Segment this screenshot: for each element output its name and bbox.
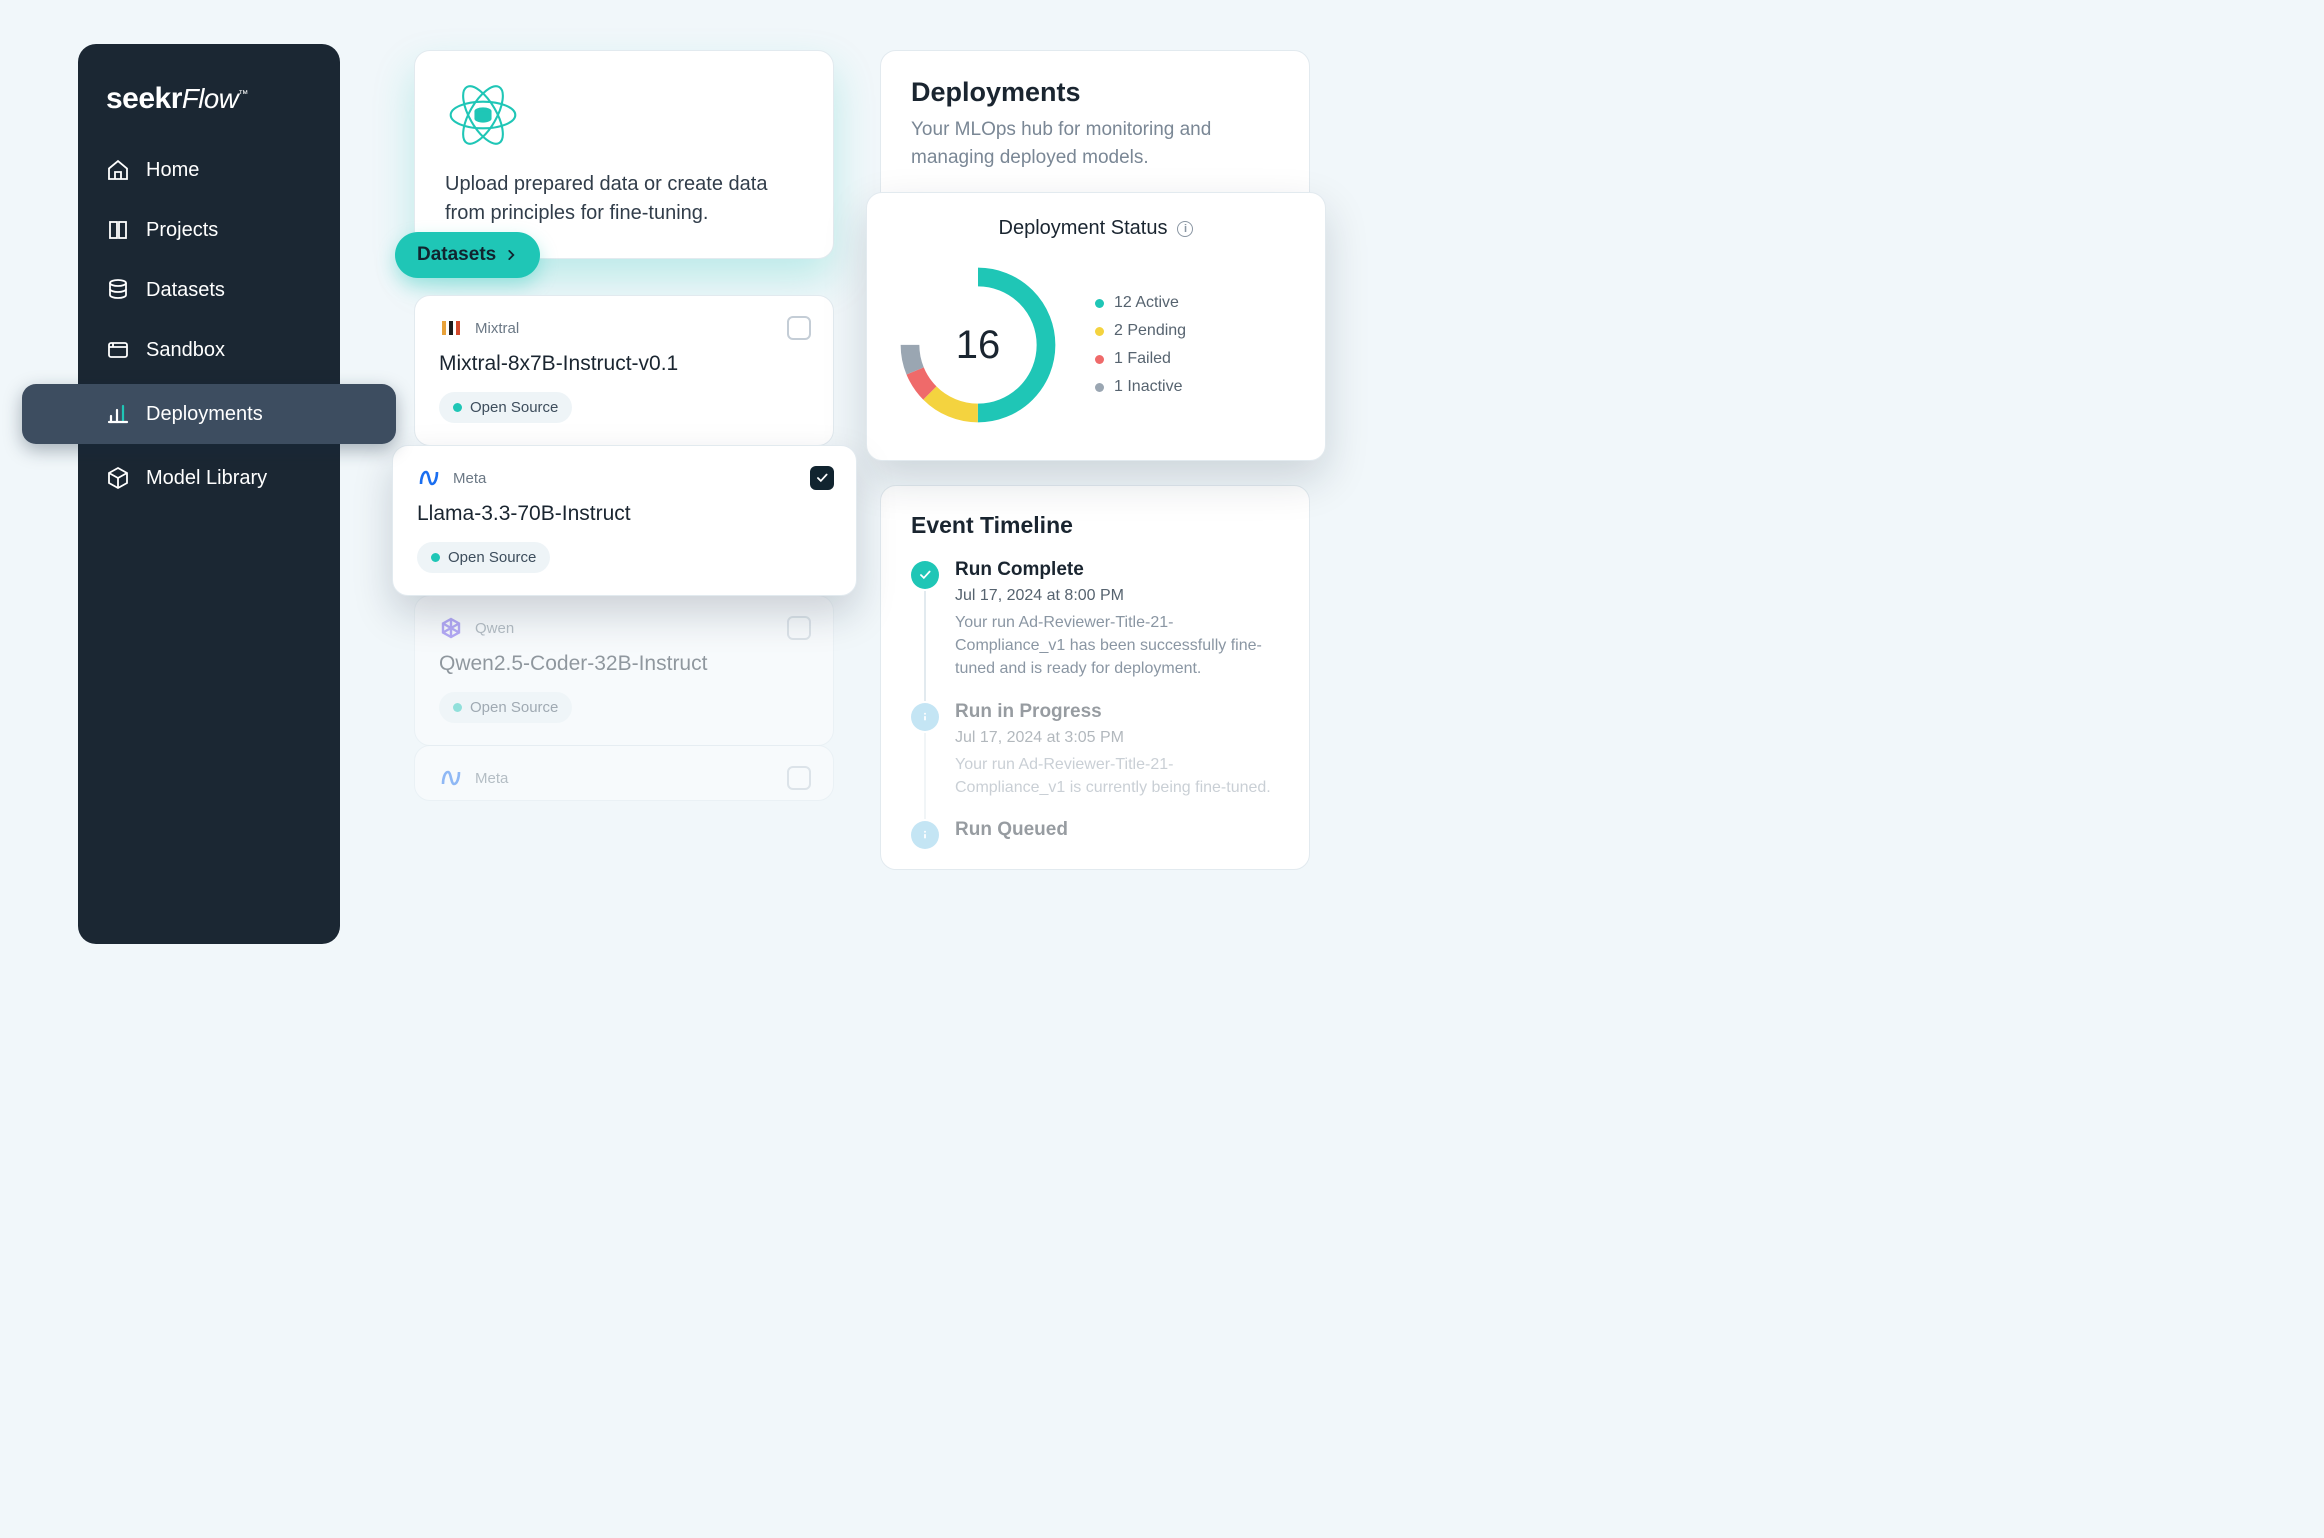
timeline-item-timestamp: Jul 17, 2024 at 3:05 PM (955, 729, 1279, 747)
model-vendor: Mixtral (475, 320, 519, 337)
model-name: Llama-3.3-70B-Instruct (417, 502, 832, 526)
meta-logo-icon (417, 466, 441, 490)
timeline-title: Event Timeline (911, 512, 1279, 539)
status-title: Deployment Status (999, 217, 1168, 240)
timeline-item-title: Run Queued (955, 819, 1068, 841)
meta-logo-icon (439, 766, 463, 790)
legend-inactive: 1 Inactive (1114, 378, 1182, 396)
status-title-row: Deployment Status i (893, 217, 1299, 240)
timeline-item-title: Run in Progress (955, 701, 1279, 723)
timeline-item-title: Run Complete (955, 559, 1279, 581)
projects-icon (106, 218, 130, 242)
sidebar-item-label: Home (146, 159, 199, 182)
deployments-subtitle: Your MLOps hub for monitoring and managi… (911, 116, 1279, 171)
sidebar-item-sandbox[interactable]: Sandbox (78, 320, 340, 380)
status-legend: 12 Active 2 Pending 1 Failed 1 Inactive (1095, 294, 1186, 396)
info-icon[interactable]: i (1177, 221, 1193, 237)
model-vendor: Meta (475, 770, 508, 787)
sidebar-item-label: Sandbox (146, 339, 225, 362)
model-select-checkbox[interactable] (787, 316, 811, 340)
legend-failed: 1 Failed (1114, 350, 1171, 368)
logo-sub: Flow (182, 83, 238, 114)
atom-icon (445, 77, 521, 153)
open-source-badge: Open Source (439, 392, 572, 423)
deployments-icon (106, 402, 130, 426)
mixtral-logo-icon (439, 316, 463, 340)
deployments-title: Deployments (911, 77, 1279, 108)
app-logo: seekrFlow™ (78, 74, 340, 140)
sidebar-item-projects[interactable]: Projects (78, 200, 340, 260)
sidebar-item-label: Datasets (146, 279, 225, 302)
model-card-meta-2[interactable]: Meta (414, 745, 834, 801)
logo-tm: ™ (238, 89, 248, 100)
model-list: Mixtral Mixtral-8x7B-Instruct-v0.1 Open … (414, 295, 834, 801)
sidebar-item-label: Deployments (146, 403, 263, 426)
info-circle-icon (911, 821, 939, 849)
datasets-card: Upload prepared data or create data from… (414, 50, 834, 259)
model-select-checkbox[interactable] (810, 466, 834, 490)
logo-brand: seekr (106, 82, 182, 115)
model-name: Mixtral-8x7B-Instruct-v0.1 (439, 352, 809, 376)
sidebar-item-deployments[interactable]: Deployments (22, 384, 396, 444)
qwen-logo-icon (439, 616, 463, 640)
sidebar-item-label: Model Library (146, 467, 267, 490)
timeline-item-description: Your run Ad-Reviewer-Title-21-Compliance… (955, 611, 1279, 681)
cube-icon (106, 466, 130, 490)
timeline-item-progress: Run in Progress Jul 17, 2024 at 3:05 PM … (911, 701, 1279, 799)
model-name: Qwen2.5-Coder-32B-Instruct (439, 652, 809, 676)
home-icon (106, 158, 130, 182)
status-donut-chart: 16 (893, 260, 1063, 430)
timeline-item-complete: Run Complete Jul 17, 2024 at 8:00 PM You… (911, 559, 1279, 681)
model-vendor: Qwen (475, 620, 514, 637)
sandbox-icon (106, 338, 130, 362)
sidebar: seekrFlow™ Home Projects Datasets Sandbo… (78, 44, 340, 944)
timeline-item-description: Your run Ad-Reviewer-Title-21-Compliance… (955, 753, 1279, 799)
model-select-checkbox[interactable] (787, 766, 811, 790)
model-card-meta-llama[interactable]: Meta Llama-3.3-70B-Instruct Open Source (392, 445, 857, 596)
open-source-badge: Open Source (439, 692, 572, 723)
info-circle-icon (911, 703, 939, 731)
badge-label: Open Source (448, 549, 536, 566)
model-card-qwen[interactable]: Qwen Qwen2.5-Coder-32B-Instruct Open Sou… (414, 595, 834, 746)
datasets-button[interactable]: Datasets (395, 232, 540, 278)
model-select-checkbox[interactable] (787, 616, 811, 640)
model-vendor: Meta (453, 470, 486, 487)
timeline-item-queued: Run Queued (911, 819, 1279, 849)
badge-label: Open Source (470, 699, 558, 716)
badge-label: Open Source (470, 399, 558, 416)
right-column: Deployments Your MLOps hub for monitorin… (880, 50, 1310, 870)
sidebar-item-home[interactable]: Home (78, 140, 340, 200)
status-total: 16 (893, 260, 1063, 430)
check-icon (815, 471, 829, 485)
database-icon (106, 278, 130, 302)
timeline-item-timestamp: Jul 17, 2024 at 8:00 PM (955, 587, 1279, 605)
legend-active: 12 Active (1114, 294, 1179, 312)
sidebar-item-label: Projects (146, 219, 218, 242)
datasets-card-description: Upload prepared data or create data from… (445, 170, 803, 228)
deployment-status-card: Deployment Status i 16 12 Active 2 Pendi… (866, 192, 1326, 461)
model-card-mixtral[interactable]: Mixtral Mixtral-8x7B-Instruct-v0.1 Open … (414, 295, 834, 446)
legend-pending: 2 Pending (1114, 322, 1186, 340)
check-circle-icon (911, 561, 939, 589)
event-timeline-card: Event Timeline Run Complete Jul 17, 2024… (880, 485, 1310, 870)
sidebar-item-model-library[interactable]: Model Library (78, 448, 340, 508)
open-source-badge: Open Source (417, 542, 550, 573)
datasets-button-label: Datasets (417, 244, 496, 266)
chevron-right-icon (504, 248, 518, 262)
middle-column: Upload prepared data or create data from… (392, 50, 857, 801)
sidebar-item-datasets[interactable]: Datasets (78, 260, 340, 320)
